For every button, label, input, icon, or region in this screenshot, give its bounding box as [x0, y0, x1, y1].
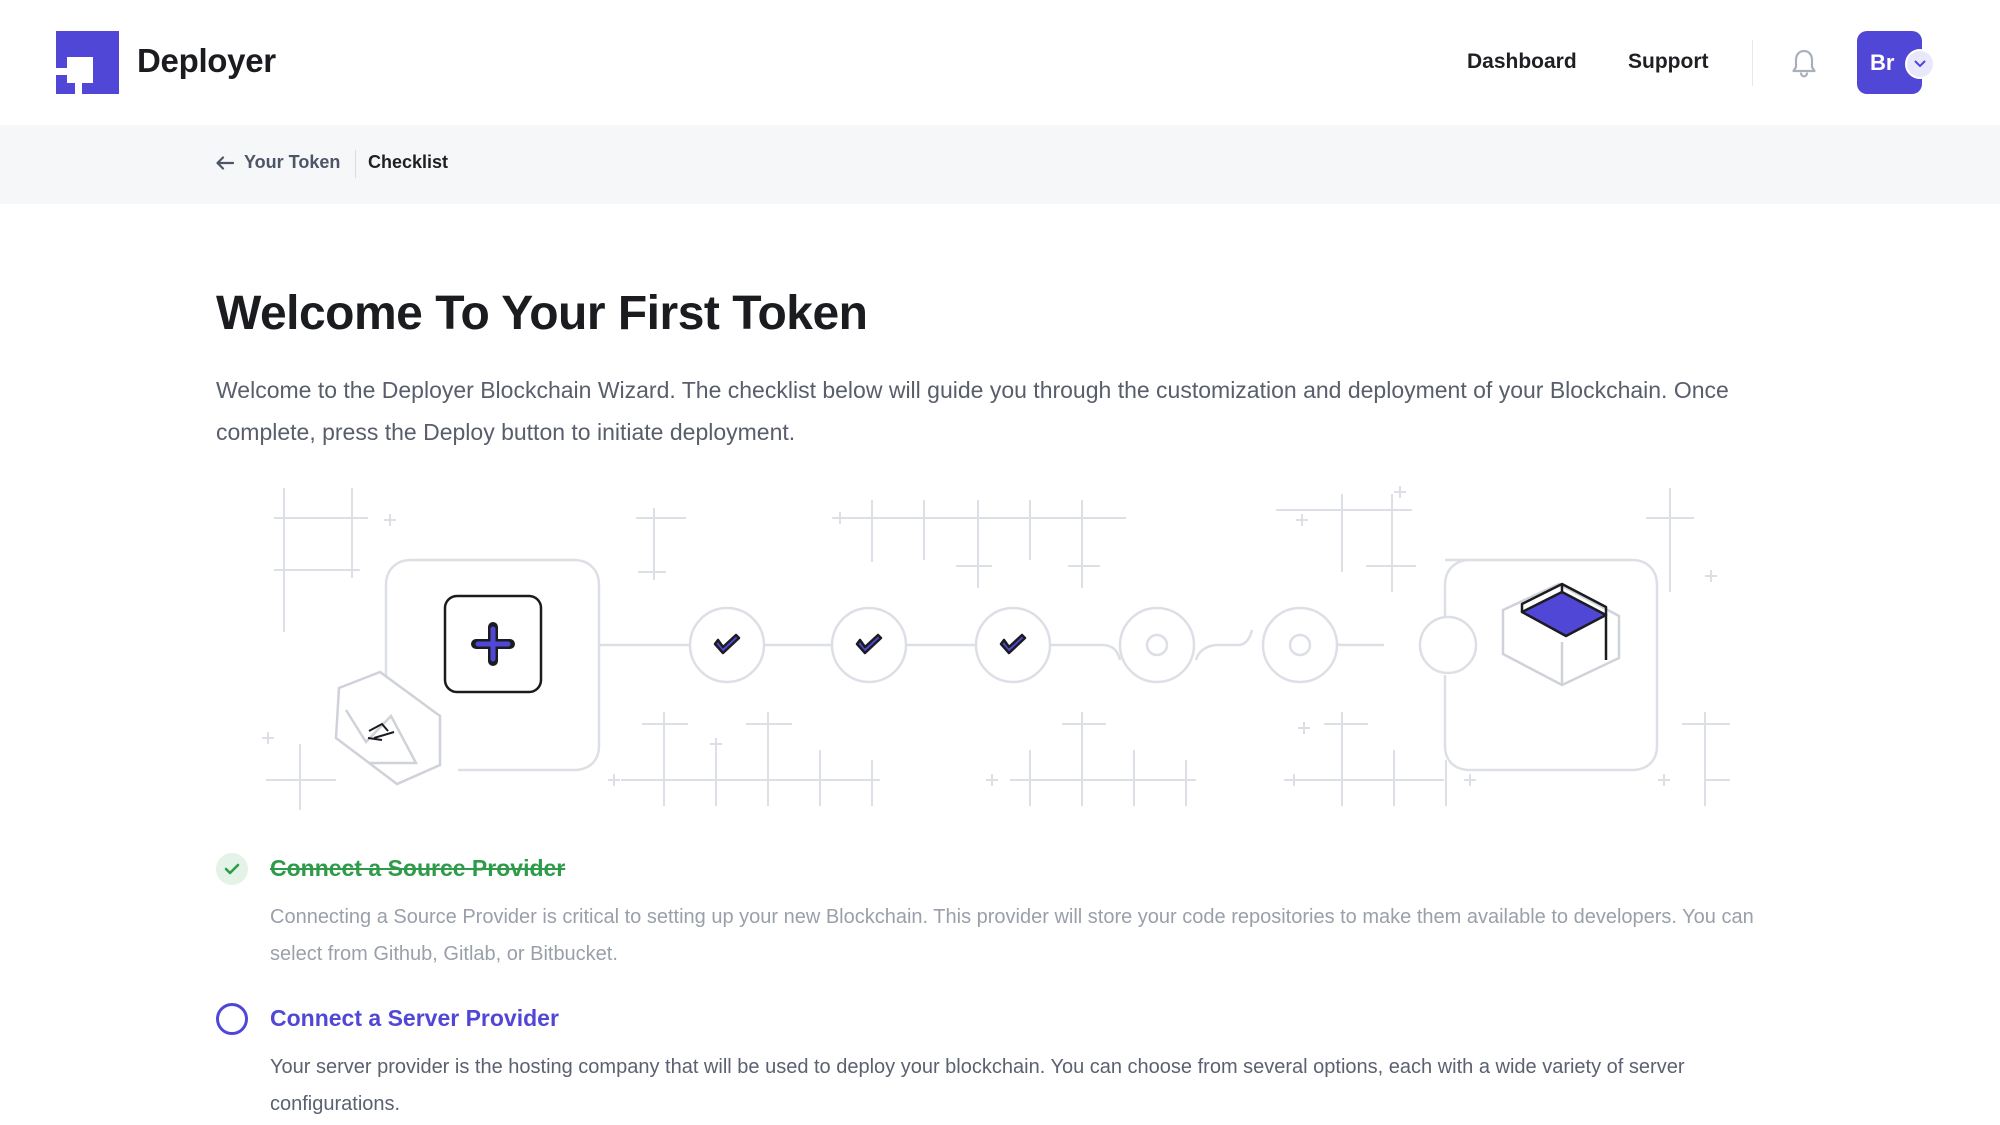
checklist-item-title[interactable]: Connect a Source Provider	[270, 855, 565, 882]
chevron-down-icon	[1914, 60, 1926, 67]
checklist-item-source-provider: Connect a Source Provider Connecting a S…	[216, 853, 1776, 973]
checkmark-icon	[224, 863, 240, 875]
arrow-left-icon	[216, 155, 234, 170]
nav-support-link[interactable]: Support	[1628, 50, 1708, 74]
flow-step-done	[688, 606, 766, 684]
checklist-item-description: Connecting a Source Provider is critical…	[270, 906, 1754, 965]
brand-name[interactable]: Deployer	[137, 42, 276, 80]
checklist-status-pending[interactable]	[216, 1003, 248, 1035]
bell-icon[interactable]	[1791, 48, 1817, 78]
breadcrumb-back-label: Your Token	[244, 152, 341, 172]
user-avatar[interactable]: Br	[1857, 31, 1935, 94]
breadcrumb-separator	[355, 150, 356, 178]
checklist-item-server-provider: Connect a Server Provider Your server pr…	[216, 1003, 1776, 1123]
flow-step-pending	[1261, 606, 1339, 684]
hexagon-badge-icon	[334, 670, 442, 786]
intro-text: Welcome to the Deployer Blockchain Wizar…	[216, 377, 1729, 445]
avatar-menu-toggle[interactable]	[1905, 49, 1935, 79]
nav-divider	[1752, 40, 1753, 86]
page-title: Welcome To Your First Token	[216, 287, 868, 340]
nav-dashboard-link[interactable]: Dashboard	[1467, 50, 1577, 74]
top-navigation-bar: Deployer Dashboard Support Br	[0, 0, 2000, 125]
flow-step-done	[830, 606, 908, 684]
flow-step-pending	[1118, 606, 1196, 684]
checklist-item-description: Your server provider is the hosting comp…	[270, 1056, 1685, 1115]
checklist-status-complete[interactable]	[216, 853, 248, 885]
breadcrumb-back-link[interactable]: Your Token	[216, 152, 340, 173]
cube-icon	[1501, 582, 1621, 687]
deployer-logo[interactable]	[56, 31, 119, 94]
flow-step-done	[974, 606, 1052, 684]
avatar-initials: Br	[1870, 50, 1895, 75]
deployment-flow-illustration	[262, 486, 1730, 810]
checklist-item-title[interactable]: Connect a Server Provider	[270, 1005, 559, 1032]
end-node-card	[1418, 558, 1659, 772]
breadcrumb-current: Checklist	[368, 152, 449, 172]
start-node-card	[334, 558, 601, 786]
